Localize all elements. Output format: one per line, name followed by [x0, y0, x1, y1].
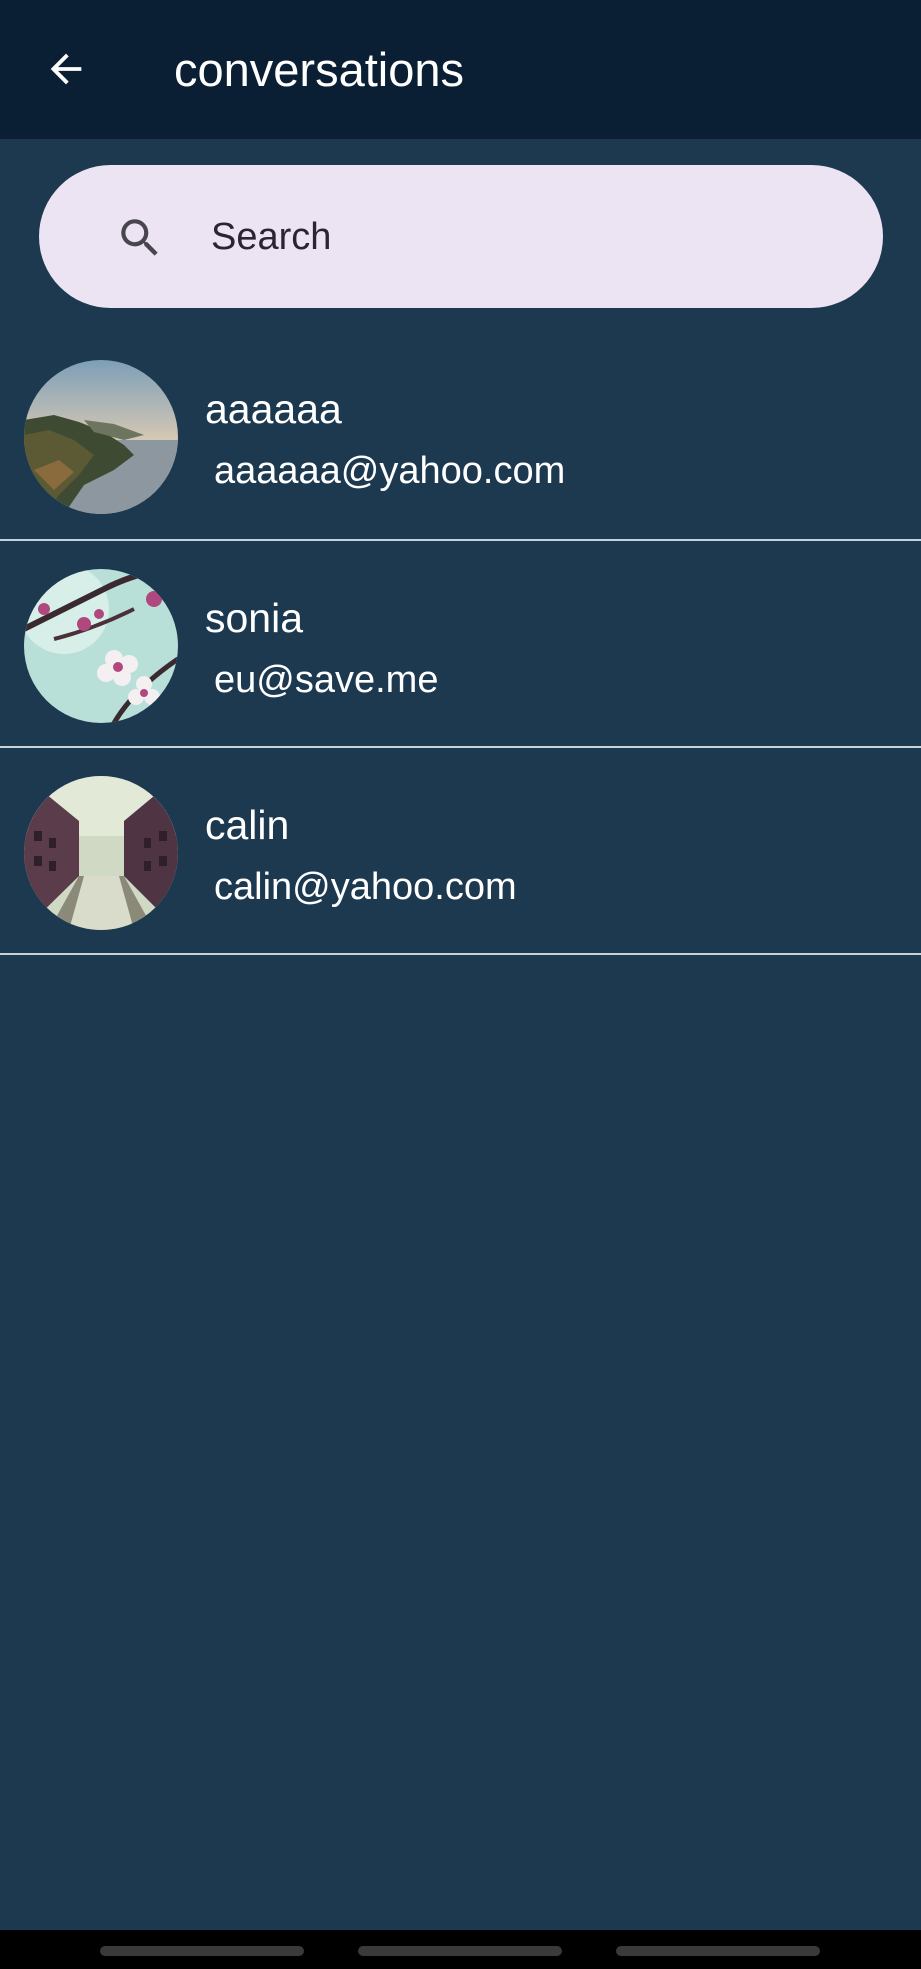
avatar: [24, 360, 178, 514]
nav-handle[interactable]: [100, 1946, 304, 1956]
coastal-landscape-image: [24, 360, 178, 514]
cherry-blossom-image: [24, 569, 178, 723]
search-bar[interactable]: [39, 165, 883, 308]
arrow-left-icon: [50, 53, 82, 85]
nav-handle[interactable]: [358, 1946, 562, 1956]
avatar: [24, 776, 178, 930]
conversation-item[interactable]: sonia eu@save.me: [0, 541, 921, 748]
nav-handle[interactable]: [616, 1946, 820, 1956]
search-input[interactable]: [211, 207, 831, 267]
app-bar: conversations: [0, 0, 921, 139]
canal-street-image: [24, 776, 178, 930]
conversation-item[interactable]: calin calin@yahoo.com: [0, 748, 921, 955]
conversation-name: calin: [205, 802, 290, 848]
system-navigation-bar: [0, 1930, 921, 1969]
conversation-list: aaaaaa aaaaaa@yahoo.com sonia eu@save.me…: [0, 332, 921, 955]
conversation-email: calin@yahoo.com: [214, 866, 517, 908]
conversation-name: aaaaaa: [205, 386, 342, 432]
conversation-email: eu@save.me: [214, 659, 439, 701]
conversation-item[interactable]: aaaaaa aaaaaa@yahoo.com: [0, 332, 921, 541]
search-icon: [115, 213, 165, 263]
conversation-name: sonia: [205, 595, 304, 641]
page-title: conversations: [174, 43, 464, 96]
conversation-email: aaaaaa@yahoo.com: [214, 450, 566, 492]
avatar: [24, 569, 178, 723]
back-button[interactable]: [24, 27, 108, 111]
